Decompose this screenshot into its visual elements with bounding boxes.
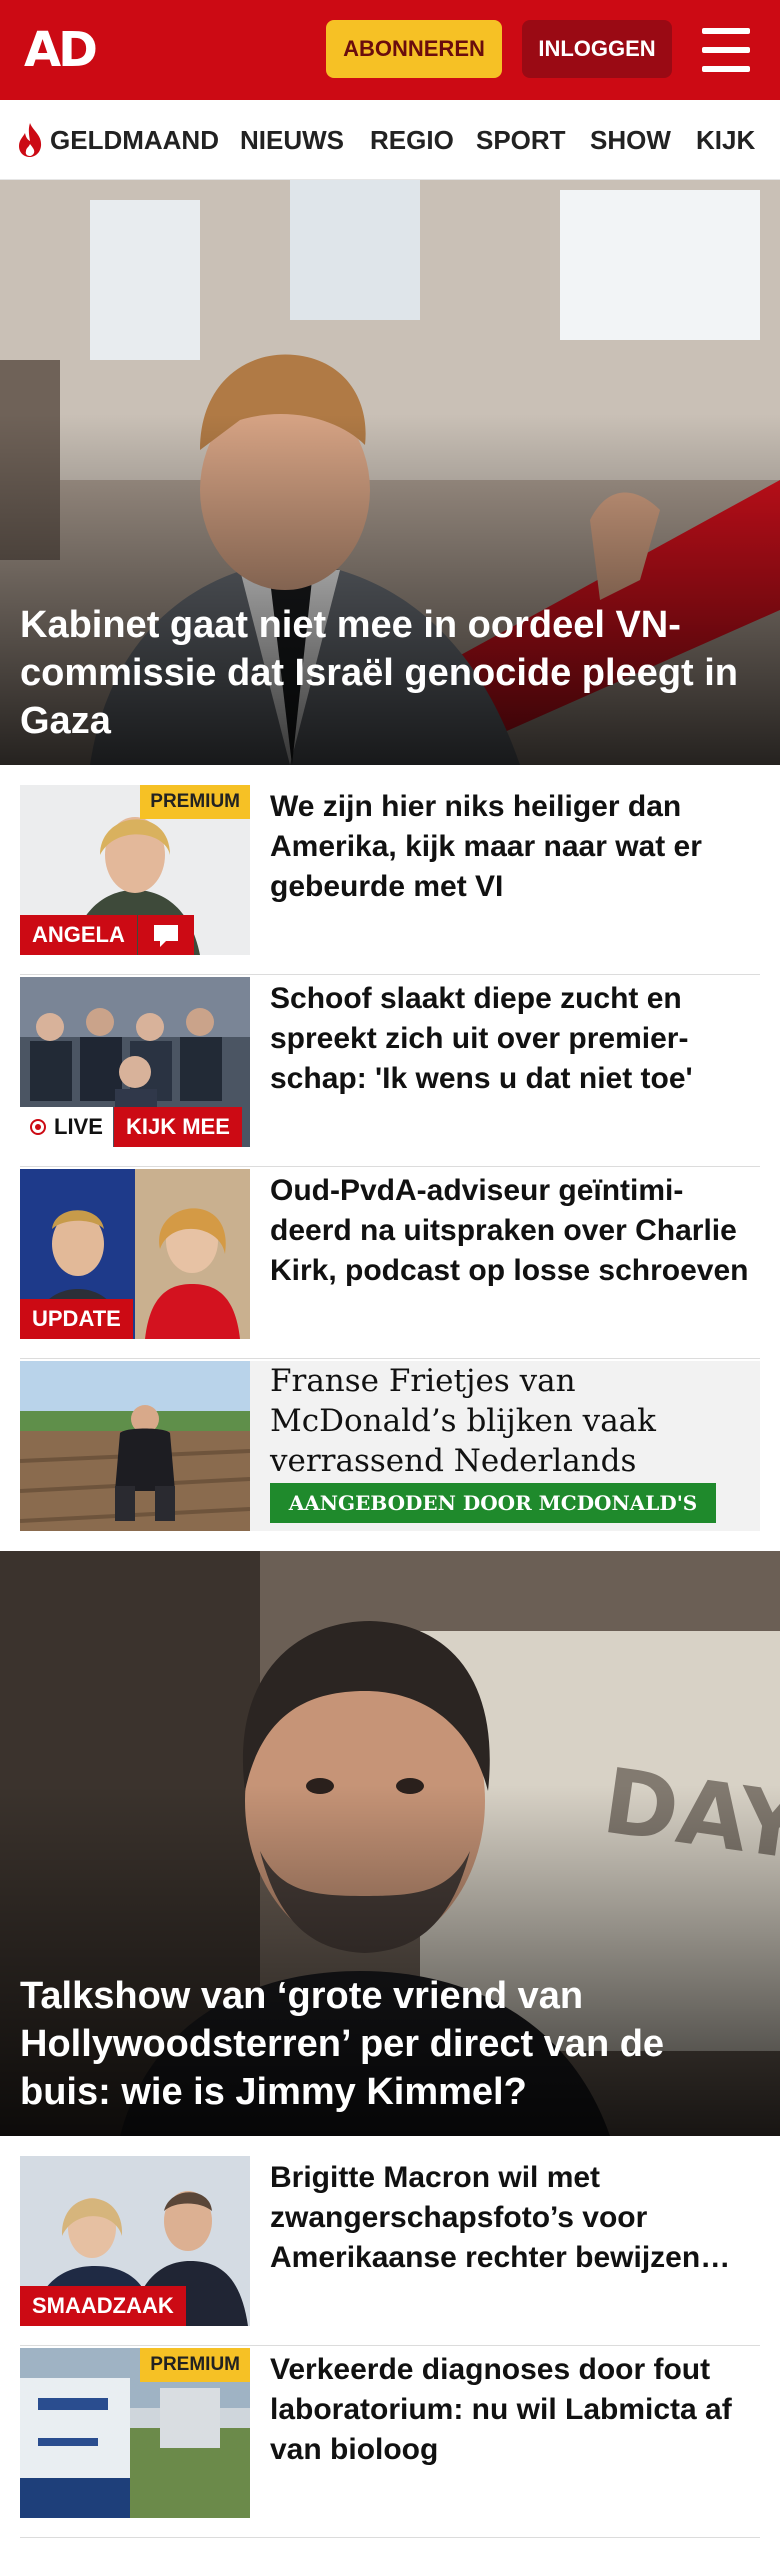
nav-item-geldmaand[interactable]: GELDMAAND — [50, 100, 219, 179]
section-nav: GELDMAAND NIEUWS REGIO SPORT SHOW KIJK — [0, 100, 780, 180]
list-item[interactable]: PREMIUM ANGELA We zijn hier niks heilige… — [20, 785, 760, 975]
sponsored-item[interactable]: Franse Frietjes van McDonald’s blijken v… — [20, 1361, 760, 1531]
article-thumbnail: PREMIUM ANGELA — [20, 785, 250, 955]
sponsored-badge: AANGEBODEN DOOR MCDONALD'S — [270, 1483, 716, 1523]
list-item[interactable]: UPDATE Oud-PvdA-adviseur geïntimi-deerd … — [20, 1169, 760, 1359]
ad-logo[interactable]: AD — [24, 22, 98, 78]
login-button[interactable]: INLOGGEN — [522, 20, 672, 78]
watch-badge[interactable]: KIJK MEE — [114, 1107, 242, 1147]
article-thumbnail: PREMIUM — [20, 2348, 250, 2518]
subscribe-button[interactable]: ABONNEREN — [326, 20, 502, 78]
live-label: LIVE — [54, 1114, 103, 1139]
list-item[interactable]: PREMIUM Verkeerde diagnoses door fout la… — [20, 2348, 760, 2538]
article-title[interactable]: We zijn hier niks heiliger dan Amerika, … — [270, 787, 760, 907]
premium-badge: PREMIUM — [140, 785, 250, 819]
nav-item-regio[interactable]: REGIO — [370, 100, 454, 179]
article-thumbnail: UPDATE — [20, 1169, 250, 1339]
menu-icon[interactable] — [702, 28, 750, 72]
hero-article-2[interactable]: DAY Talkshow van ‘grote vriend van Holly… — [0, 1551, 780, 2136]
update-badge: UPDATE — [20, 1299, 133, 1339]
article-label: SMAADZAAK — [20, 2286, 186, 2326]
live-dot-icon — [30, 1119, 46, 1135]
flame-icon — [19, 123, 42, 157]
premium-badge: PREMIUM — [140, 2348, 250, 2382]
top-bar: AD ABONNEREN INLOGGEN — [0, 0, 780, 100]
sponsored-title[interactable]: Franse Frietjes van McDonald’s blijken v… — [270, 1361, 750, 1481]
comment-icon — [138, 915, 194, 955]
article-title[interactable]: Verkeerde diagnoses door fout laboratori… — [270, 2350, 760, 2470]
hero-article[interactable]: Kabinet gaat niet mee in oordeel VN-comm… — [0, 180, 780, 765]
nav-item-show[interactable]: SHOW — [590, 100, 671, 179]
hero-headline[interactable]: Kabinet gaat niet mee in oordeel VN-comm… — [20, 601, 760, 745]
nav-item-kijk[interactable]: KIJK — [696, 100, 755, 179]
article-label: ANGELA — [20, 915, 137, 955]
live-badge: LIVE — [20, 1107, 113, 1147]
article-thumbnail: LIVE KIJK MEE — [20, 977, 250, 1147]
list-item[interactable]: LIVE KIJK MEE Schoof slaakt diepe zucht … — [20, 977, 760, 1167]
nav-item-sport[interactable]: SPORT — [476, 100, 566, 179]
nav-item-nieuws[interactable]: NIEUWS — [240, 100, 344, 179]
article-title[interactable]: Brigitte Macron wil met zwangerschapsfot… — [270, 2158, 760, 2278]
hero-headline[interactable]: Talkshow van ‘grote vriend van Hollywood… — [20, 1972, 760, 2116]
sponsored-thumbnail — [20, 1361, 250, 1531]
article-thumbnail: SMAADZAAK — [20, 2156, 250, 2326]
article-title[interactable]: Oud-PvdA-adviseur geïntimi-deerd na uits… — [270, 1171, 760, 1291]
article-title[interactable]: Schoof slaakt diepe zucht en spreekt zic… — [270, 979, 760, 1099]
list-item[interactable]: SMAADZAAK Brigitte Macron wil met zwange… — [20, 2156, 760, 2346]
